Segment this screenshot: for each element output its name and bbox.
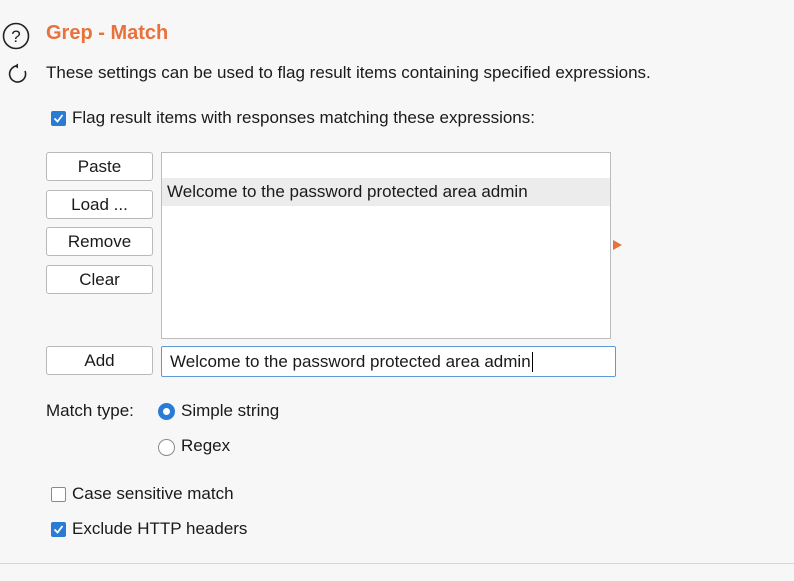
exclude-headers-checkbox[interactable] — [51, 522, 66, 537]
refresh-icon[interactable] — [6, 62, 30, 86]
help-icon[interactable]: ? — [2, 22, 30, 50]
paste-button[interactable]: Paste — [46, 152, 153, 181]
clear-button[interactable]: Clear — [46, 265, 153, 294]
exclude-headers-label[interactable]: Exclude HTTP headers — [72, 519, 247, 539]
text-caret — [531, 351, 533, 372]
flag-results-label: Flag result items with responses matchin… — [72, 108, 535, 127]
add-button[interactable]: Add — [46, 346, 153, 375]
svg-text:?: ? — [11, 27, 20, 46]
match-type-label: Match type: — [46, 401, 134, 420]
check-icon — [53, 525, 64, 534]
expression-input-value: Welcome to the password protected area a… — [170, 351, 531, 371]
expression-input[interactable]: Welcome to the password protected area a… — [161, 346, 616, 377]
case-sensitive-label[interactable]: Case sensitive match — [72, 484, 234, 504]
flag-results-checkbox[interactable] — [51, 111, 66, 126]
expressions-list[interactable]: Welcome to the password protected area a… — [161, 152, 611, 339]
simple-string-label[interactable]: Simple string — [181, 401, 279, 421]
section-title: Grep - Match — [46, 22, 169, 44]
remove-button[interactable]: Remove — [46, 227, 153, 256]
regex-radio[interactable] — [158, 439, 175, 456]
case-sensitive-checkbox[interactable] — [51, 487, 66, 502]
regex-label[interactable]: Regex — [181, 436, 230, 456]
load-button[interactable]: Load ... — [46, 190, 153, 219]
section-divider — [0, 563, 794, 564]
expand-arrow-icon[interactable] — [613, 240, 622, 250]
list-item[interactable]: Welcome to the password protected area a… — [162, 178, 610, 206]
simple-string-radio[interactable] — [158, 403, 175, 420]
section-description: These settings can be used to flag resul… — [46, 63, 651, 82]
check-icon — [53, 114, 64, 123]
